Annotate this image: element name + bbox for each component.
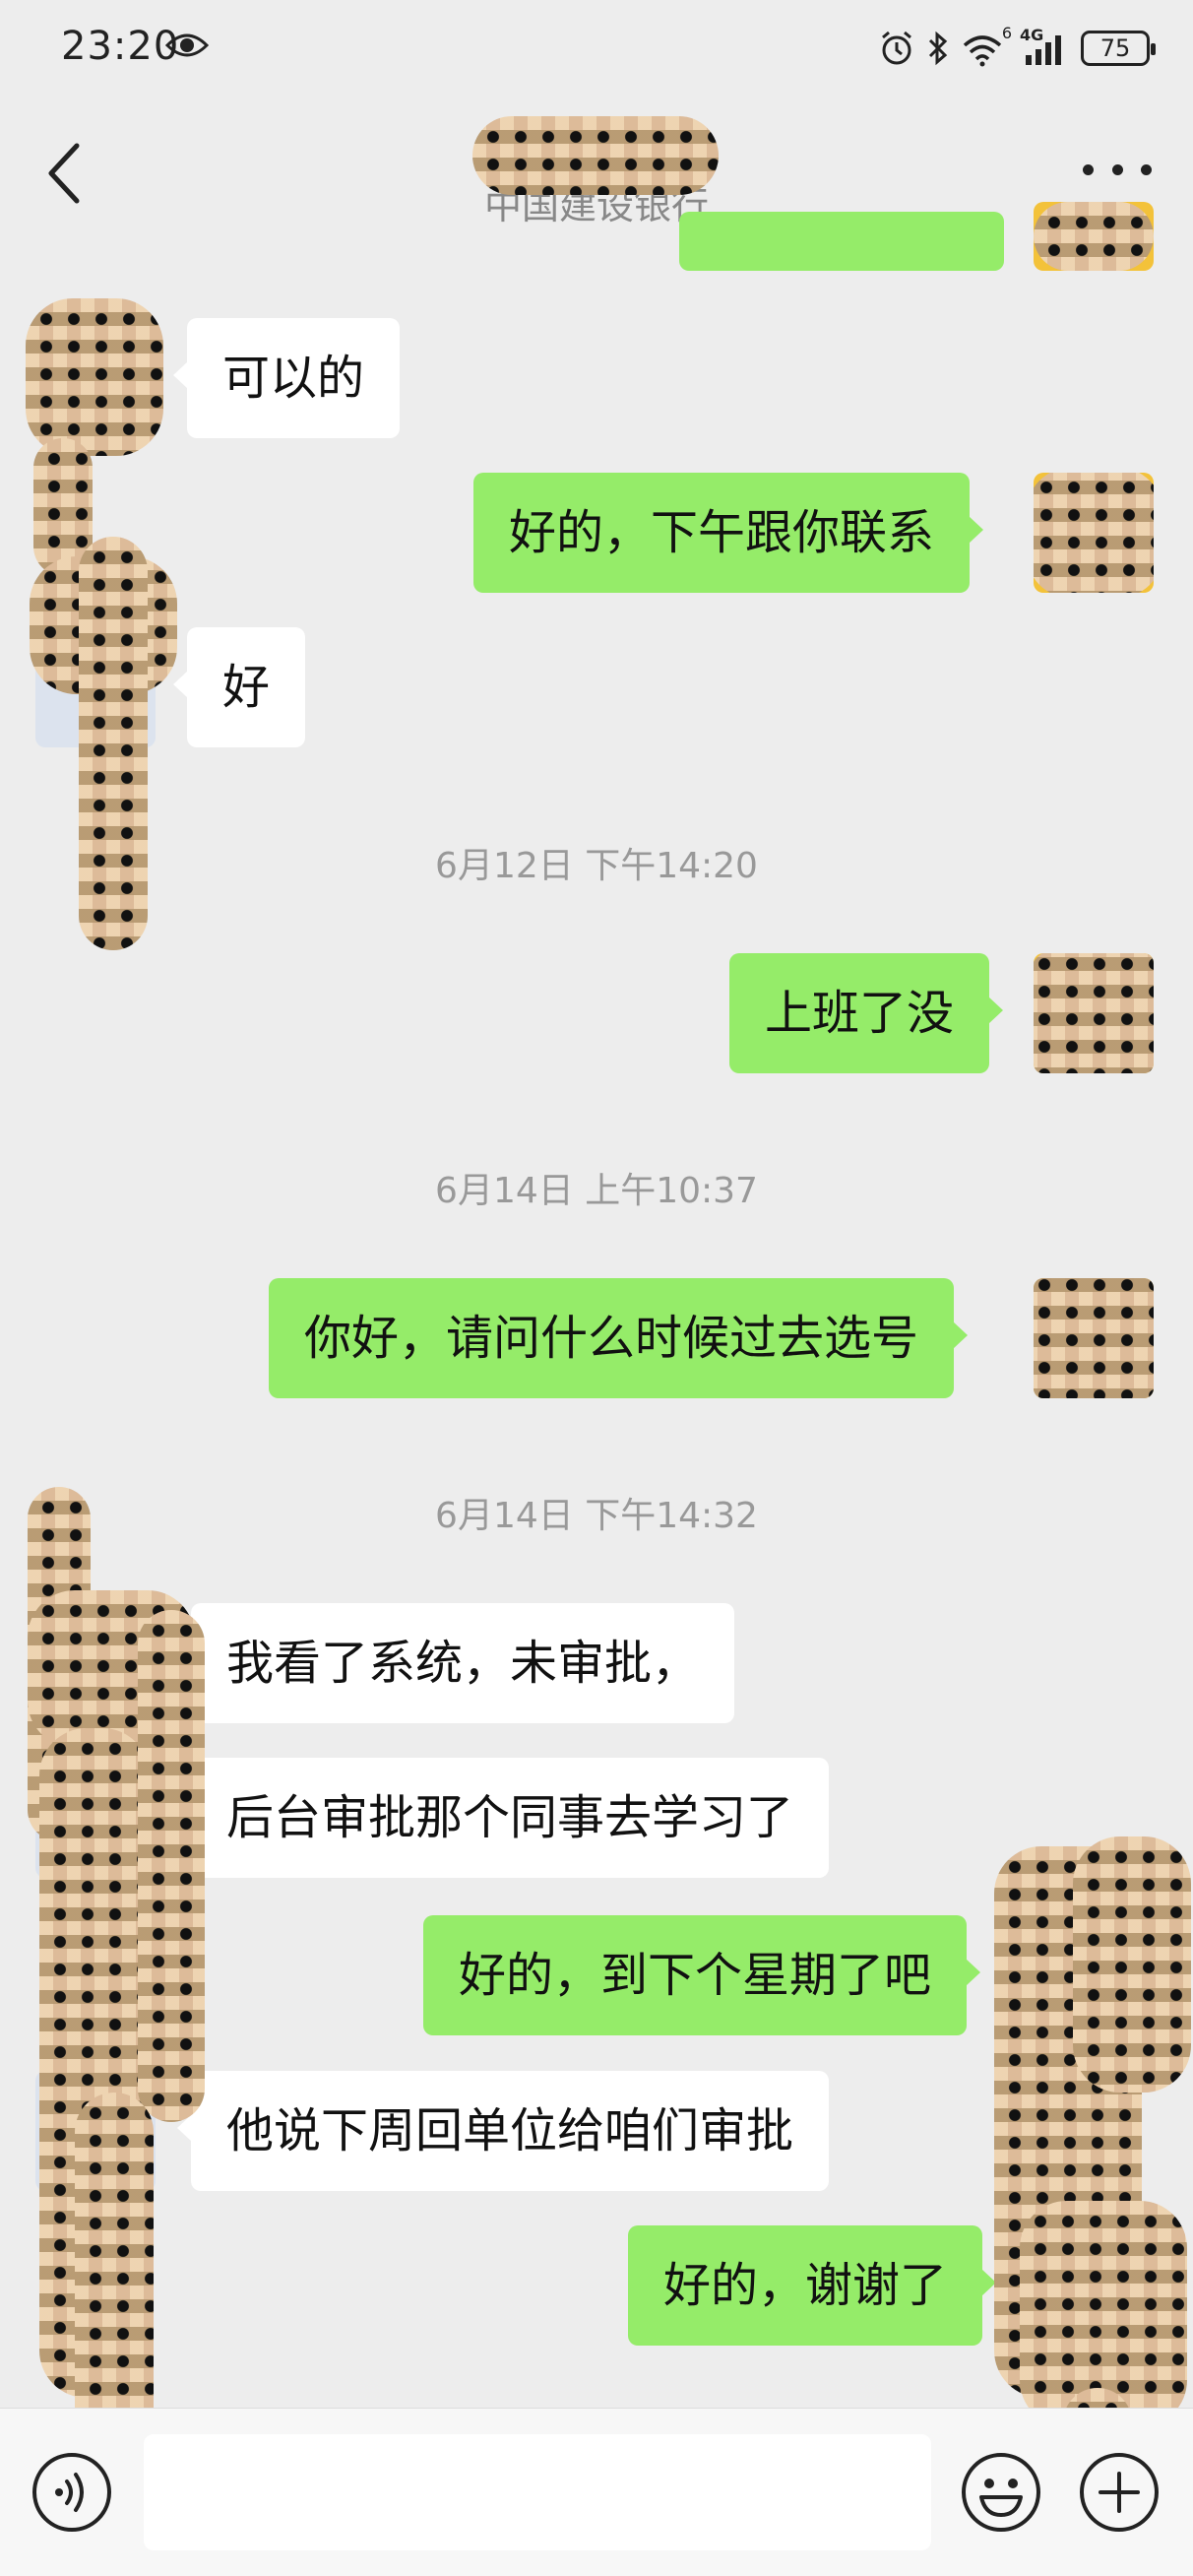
user-avatar[interactable] — [1034, 202, 1154, 271]
redaction-left-4 — [79, 537, 148, 950]
timestamp: 6月12日 下午14:20 — [435, 846, 758, 886]
signal-icon: 4G — [1020, 26, 1067, 67]
user-avatar[interactable] — [1034, 473, 1154, 593]
redaction — [1034, 202, 1154, 271]
redaction-left-8 — [138, 1610, 205, 2122]
status-icons: 6 4G 75 — [880, 24, 1156, 71]
emoji-icon[interactable] — [961, 2452, 1041, 2533]
wifi-icon: 6 — [963, 24, 1012, 67]
redaction-right-2 — [1073, 1836, 1191, 2093]
message-bubble-outgoing[interactable] — [679, 212, 1004, 271]
dot — [1141, 163, 1152, 175]
timestamp: 6月14日 上午10:37 — [435, 1171, 758, 1211]
message-bubble-incoming[interactable]: 他说下周回单位给咱们审批 — [176, 2071, 830, 2191]
message-bubble-outgoing[interactable]: 好的，谢谢了 — [628, 2225, 997, 2346]
eye-icon — [165, 33, 209, 57]
message-input[interactable] — [144, 2434, 931, 2550]
redaction — [1034, 953, 1154, 1073]
chat-screen: 23:20 6 4G 75 中国建设银行 可以的 好的，下午跟你联系 好 6月1… — [0, 0, 1193, 2576]
voice-icon[interactable] — [31, 2452, 112, 2533]
alarm-icon — [882, 31, 911, 65]
plus-circle-icon[interactable] — [1079, 2452, 1160, 2533]
redaction — [1034, 473, 1154, 593]
timestamp: 6月14日 下午14:32 — [435, 1496, 758, 1536]
input-bar — [0, 2408, 1193, 2576]
status-bar: 23:20 6 4G 75 — [0, 0, 1193, 98]
battery-icon: 75 — [1081, 31, 1156, 66]
bluetooth-icon — [928, 31, 948, 66]
dot — [1111, 163, 1123, 175]
redaction-left-1 — [26, 298, 163, 456]
user-avatar[interactable] — [1034, 953, 1154, 1073]
message-bubble-incoming[interactable]: 可以的 — [172, 318, 401, 438]
battery-level: 75 — [1099, 34, 1131, 62]
message-bubble-outgoing[interactable]: 上班了没 — [729, 953, 1004, 1073]
message-list: 可以的 好的，下午跟你联系 好 6月12日 下午14:20 上班了没 6月14日… — [0, 202, 1193, 2526]
wifi-badge: 6 — [1001, 24, 1012, 42]
network-label: 4G — [1020, 26, 1044, 44]
status-time: 23:20 — [61, 24, 180, 69]
message-bubble-outgoing[interactable]: 好的，到下个星期了吧 — [423, 1915, 981, 2035]
message-bubble-incoming[interactable]: 后台审批那个同事去学习了 — [176, 1758, 830, 1878]
message-bubble-outgoing[interactable]: 你好，请问什么时候过去选号 — [269, 1278, 969, 1398]
message-bubble-incoming[interactable]: 我看了系统，未审批， — [176, 1603, 735, 1723]
message-bubble-outgoing[interactable]: 好的，下午跟你联系 — [473, 473, 984, 593]
user-avatar[interactable] — [1034, 1278, 1154, 1398]
chat-header: 中国建设银行 — [0, 98, 1193, 241]
chat-title-redacted — [472, 116, 719, 195]
redaction — [1034, 1278, 1154, 1398]
dot — [1083, 163, 1094, 175]
more-horizontal-icon[interactable] — [1083, 150, 1152, 189]
message-bubble-incoming[interactable]: 好 — [172, 627, 306, 747]
